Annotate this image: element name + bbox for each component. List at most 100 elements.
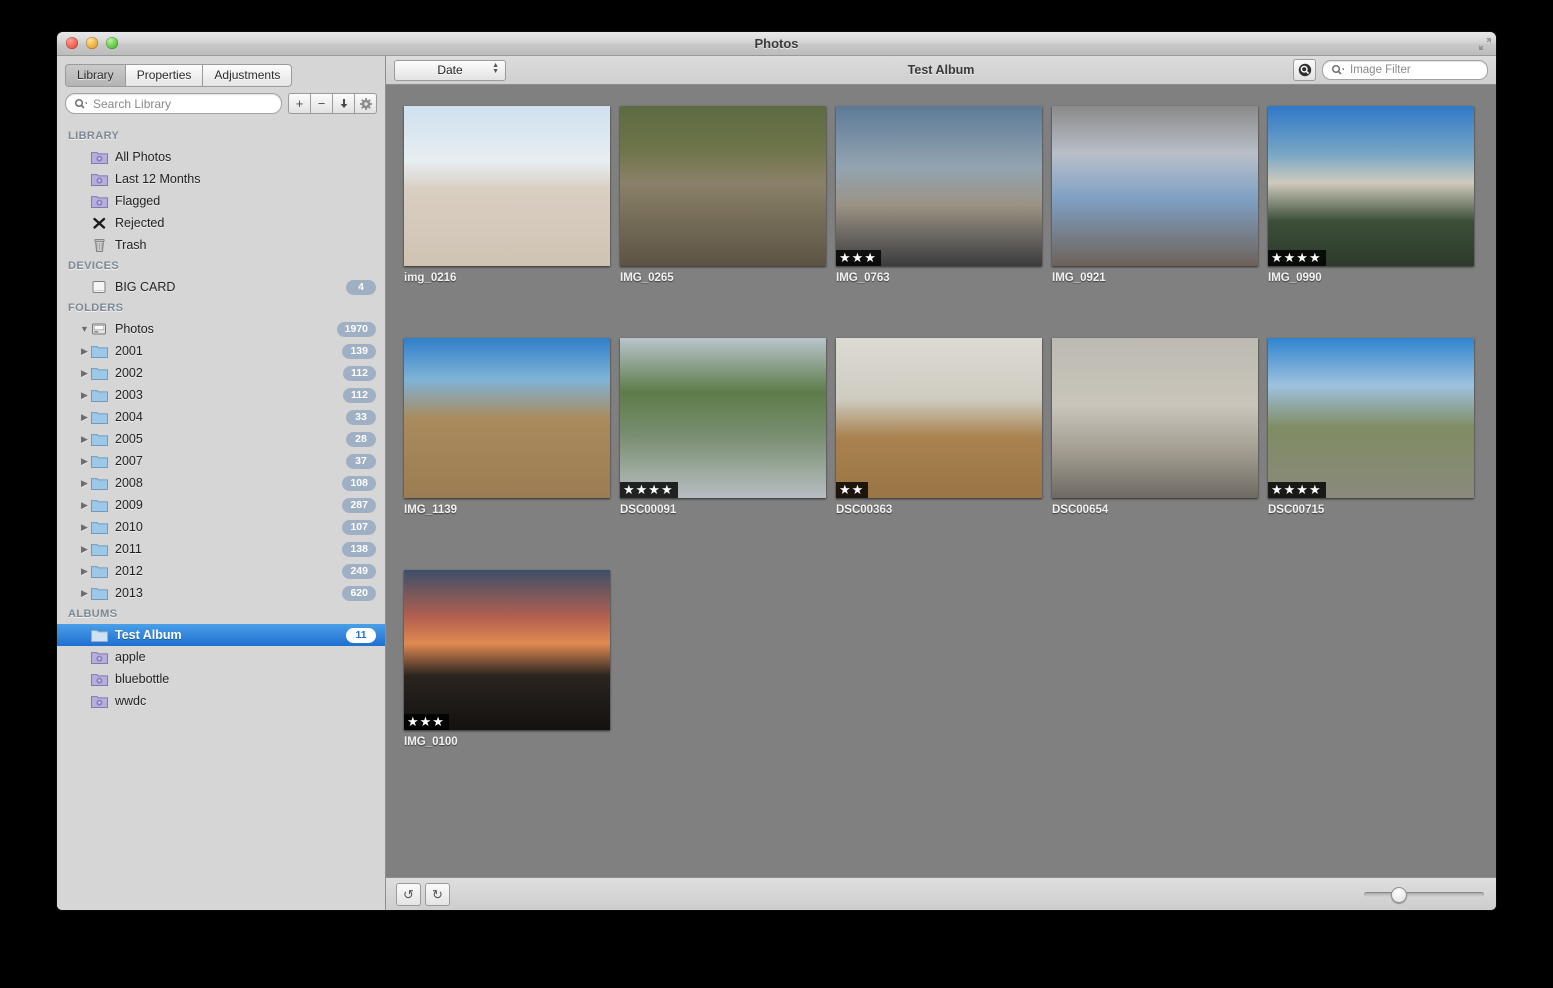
- item-count-badge: 33: [346, 409, 376, 425]
- photo-thumbnail[interactable]: [1052, 106, 1258, 266]
- section-header-albums: ALBUMS: [68, 608, 118, 620]
- sidebar-item-2002[interactable]: 2002 112: [57, 362, 385, 384]
- photo-cell[interactable]: IMG_1139: [404, 338, 620, 516]
- sidebar-item-2005[interactable]: 2005 28: [57, 428, 385, 450]
- disclosure-triangle-icon[interactable]: [78, 522, 91, 533]
- sort-popup-button[interactable]: Date ▲ ▼: [394, 59, 506, 81]
- disclosure-triangle-icon[interactable]: [78, 544, 91, 555]
- photo-thumbnail[interactable]: ★★: [836, 338, 1042, 498]
- photo-cell[interactable]: IMG_0265: [620, 106, 836, 284]
- photo-cell[interactable]: IMG_0921: [1052, 106, 1268, 284]
- close-button[interactable]: [66, 37, 78, 49]
- search-input[interactable]: [91, 95, 273, 112]
- tab-library[interactable]: Library: [65, 64, 125, 87]
- sidebar-item-test-album[interactable]: Test Album 11: [57, 624, 385, 646]
- disclosure-triangle-icon[interactable]: [78, 346, 91, 357]
- sidebar-item-2007[interactable]: 2007 37: [57, 450, 385, 472]
- photos-window: Photos Library Properties Adjustments Se…: [57, 32, 1496, 910]
- photo-thumbnail[interactable]: ★★★★: [1268, 338, 1474, 498]
- rating-stars[interactable]: ★★★: [404, 714, 449, 730]
- sidebar-item-2004[interactable]: 2004 33: [57, 406, 385, 428]
- rating-stars[interactable]: ★★★: [836, 250, 881, 266]
- zoom-button[interactable]: [106, 37, 118, 49]
- disclosure-triangle-icon[interactable]: [78, 324, 91, 334]
- sidebar-item-big-card[interactable]: BIG CARD 4: [57, 276, 385, 298]
- sidebar-item-2001[interactable]: 2001 139: [57, 340, 385, 362]
- search-library-field[interactable]: [65, 93, 282, 114]
- photo-cell[interactable]: ★★★★ IMG_0990: [1268, 106, 1484, 284]
- sidebar-item-2011[interactable]: 2011 138: [57, 538, 385, 560]
- tab-properties[interactable]: Properties: [124, 64, 203, 87]
- settings-gear-button[interactable]: [354, 93, 377, 114]
- sidebar-item-label: Test Album: [115, 628, 182, 642]
- search-scope-button[interactable]: [1293, 59, 1316, 81]
- image-filter-input[interactable]: [1348, 63, 1479, 77]
- rating-stars[interactable]: ★★★★: [1268, 250, 1326, 266]
- source-list[interactable]: LIBRARY All Photos Last 12 Months Flagged Re…: [57, 120, 385, 910]
- sidebar-item-2008[interactable]: 2008 108: [57, 472, 385, 494]
- disclosure-triangle-icon[interactable]: [78, 434, 91, 445]
- sidebar-item-trash[interactable]: Trash: [57, 234, 385, 256]
- disclosure-triangle-icon[interactable]: [78, 412, 91, 423]
- sidebar-item-wwdc[interactable]: wwdc: [57, 690, 385, 712]
- disclosure-triangle-icon[interactable]: [78, 588, 91, 599]
- image-filter-field[interactable]: [1322, 60, 1488, 80]
- disclosure-triangle-icon[interactable]: [78, 478, 91, 489]
- remove-button[interactable]: −: [310, 93, 332, 114]
- photo-thumbnail[interactable]: [620, 106, 826, 266]
- photo-cell[interactable]: img_0216: [404, 106, 620, 284]
- photo-cell[interactable]: ★★★★ DSC00715: [1268, 338, 1484, 516]
- sidebar-item-2010[interactable]: 2010 107: [57, 516, 385, 538]
- disclosure-triangle-icon[interactable]: [78, 390, 91, 401]
- photo-thumbnail[interactable]: ★★★★: [1268, 106, 1474, 266]
- photo-cell[interactable]: ★★★ IMG_0763: [836, 106, 1052, 284]
- sidebar-item-flagged[interactable]: Flagged: [57, 190, 385, 212]
- zoom-slider[interactable]: [1364, 886, 1484, 903]
- photo-cell[interactable]: DSC00654: [1052, 338, 1268, 516]
- photo-filename: IMG_0921: [1052, 272, 1106, 284]
- tab-adjustments[interactable]: Adjustments: [202, 64, 293, 87]
- photo-thumbnail[interactable]: ★★★: [836, 106, 1042, 266]
- zoom-slider-thumb[interactable]: [1390, 886, 1407, 903]
- photo-thumbnail[interactable]: [404, 338, 610, 498]
- folder-icon: [91, 366, 109, 381]
- photo-cell[interactable]: ★★★★ DSC00091: [620, 338, 836, 516]
- sidebar-item-2009[interactable]: 2009 287: [57, 494, 385, 516]
- rating-stars[interactable]: ★★★★: [1268, 482, 1326, 498]
- photo-cell[interactable]: ★★★ IMG_0100: [404, 570, 620, 748]
- sidebar-item-rejected[interactable]: Rejected: [57, 212, 385, 234]
- disclosure-triangle-icon[interactable]: [78, 566, 91, 577]
- photo-filename: IMG_1139: [404, 504, 458, 516]
- sidebar-item-label: All Photos: [115, 150, 172, 164]
- filter-search-icon: [1331, 64, 1344, 76]
- minimize-button[interactable]: [86, 37, 98, 49]
- photo-cell[interactable]: ★★ DSC00363: [836, 338, 1052, 516]
- item-count-badge: 11: [346, 627, 376, 643]
- disclosure-triangle-icon[interactable]: [78, 456, 91, 467]
- sidebar-item-label: 2008: [115, 476, 143, 490]
- photo-thumbnail[interactable]: ★★★★: [620, 338, 826, 498]
- photo-filename: DSC00715: [1268, 504, 1325, 516]
- photo-thumbnail[interactable]: [1052, 338, 1258, 498]
- thumbnail-frame: [404, 106, 610, 266]
- sidebar-item-2003[interactable]: 2003 112: [57, 384, 385, 406]
- import-button[interactable]: [332, 93, 354, 114]
- sidebar-item-photos[interactable]: Photos 1970: [57, 318, 385, 340]
- rotate-clockwise-button[interactable]: ↻: [425, 883, 450, 906]
- disclosure-triangle-icon[interactable]: [78, 500, 91, 511]
- rating-stars[interactable]: ★★★★: [620, 482, 678, 498]
- sidebar-item-2013[interactable]: 2013 620: [57, 582, 385, 604]
- add-button[interactable]: +: [288, 93, 310, 114]
- thumbnail-grid-scroll[interactable]: img_0216 IMG_0265 ★★★ IMG_0763 IMG_0921 ★★★★ I…: [386, 85, 1496, 877]
- sidebar-item-last-12-months[interactable]: Last 12 Months: [57, 168, 385, 190]
- photo-thumbnail[interactable]: [404, 106, 610, 266]
- sidebar-item-all-photos[interactable]: All Photos: [57, 146, 385, 168]
- photo-thumbnail[interactable]: ★★★: [404, 570, 610, 730]
- rotate-counterclockwise-button[interactable]: ↺: [396, 883, 421, 906]
- sidebar-item-apple[interactable]: apple: [57, 646, 385, 668]
- fullscreen-arrows-icon[interactable]: [1477, 36, 1493, 52]
- rating-stars[interactable]: ★★: [836, 482, 869, 498]
- sidebar-item-2012[interactable]: 2012 249: [57, 560, 385, 582]
- disclosure-triangle-icon[interactable]: [78, 368, 91, 379]
- sidebar-item-bluebottle[interactable]: bluebottle: [57, 668, 385, 690]
